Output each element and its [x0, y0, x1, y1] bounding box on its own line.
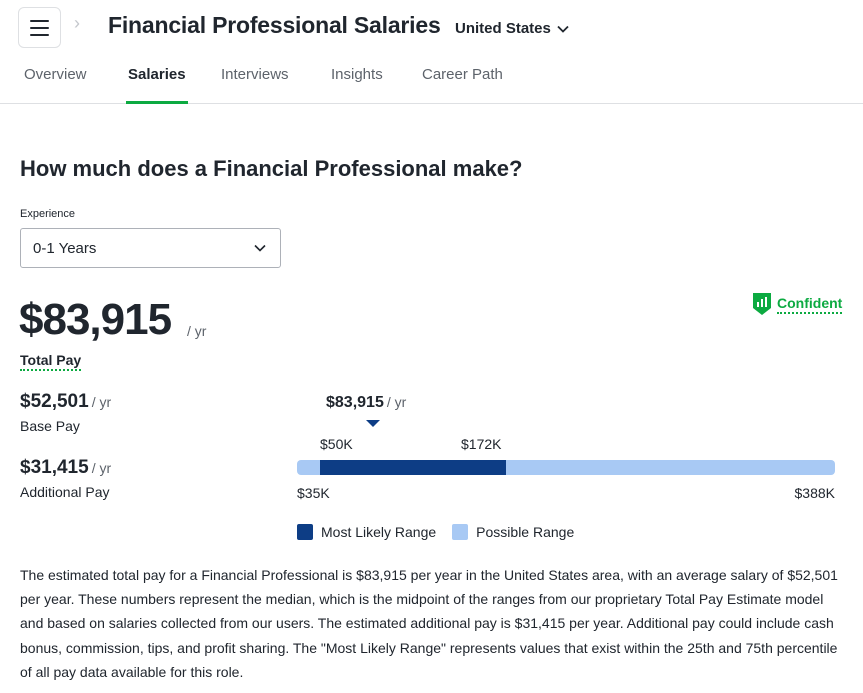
tab-salaries[interactable]: Salaries	[126, 66, 188, 104]
hamburger-icon-line	[30, 19, 49, 22]
total-pay-label[interactable]: Total Pay	[20, 352, 82, 371]
median-value: $83,915	[326, 394, 384, 411]
tab-overview[interactable]: Overview	[24, 66, 87, 104]
chevron-down-icon	[254, 244, 266, 252]
median-label: $83,915/ yr	[326, 394, 406, 412]
chart-legend: Most Likely Range Possible Range	[297, 524, 590, 540]
experience-label: Experience	[20, 208, 76, 220]
menu-button[interactable]	[18, 7, 61, 48]
median-marker	[366, 420, 380, 427]
experience-value: 0-1 Years	[33, 239, 97, 257]
chevron-right-icon: ›	[74, 13, 80, 33]
total-pay-unit: / yr	[187, 323, 207, 339]
median-unit: / yr	[386, 394, 407, 410]
page-header: › Financial Professional Salaries United…	[0, 0, 863, 104]
hamburger-icon-line	[30, 26, 49, 29]
base-pay-unit: / yr	[91, 394, 112, 410]
base-pay-label: Base Pay	[20, 418, 80, 434]
legend-label-likely: Most Likely Range	[321, 524, 437, 540]
confidence-label: Confident	[777, 295, 843, 314]
total-pay-value: $83,915	[19, 295, 172, 344]
confidence-badge[interactable]: Confident	[752, 292, 843, 316]
location-dropdown[interactable]: United States	[455, 20, 569, 37]
confidence-shield-icon	[753, 293, 771, 315]
additional-pay-label: Additional Pay	[20, 484, 110, 500]
legend-swatch-likely	[297, 524, 313, 540]
base-pay-amount: $52,501	[20, 391, 89, 412]
salary-range-chart: $50K $172K $35K $388K	[297, 420, 836, 501]
legend-item-likely: Most Likely Range	[297, 524, 436, 540]
possible-min-label: $35K	[297, 485, 330, 501]
section-heading: How much does a Financial Professional m…	[20, 156, 523, 181]
likely-min-label: $50K	[320, 436, 353, 452]
legend-swatch-possible	[452, 524, 469, 540]
additional-pay-unit: / yr	[91, 460, 112, 476]
page-title: Financial Professional Salaries	[108, 12, 441, 38]
legend-item-possible: Possible Range	[452, 524, 574, 540]
tab-insights[interactable]: Insights	[331, 66, 383, 104]
additional-pay-amount: $31,415	[20, 457, 89, 478]
hamburger-icon-line	[30, 33, 49, 36]
tab-interviews[interactable]: Interviews	[221, 66, 289, 104]
tab-career-path[interactable]: Career Path	[422, 66, 503, 104]
additional-pay-value: $31,415/ yr	[20, 457, 111, 479]
possible-max-label: $388K	[795, 485, 836, 501]
experience-select[interactable]: 0-1 Years	[20, 228, 281, 268]
chevron-down-icon	[557, 25, 569, 33]
likely-max-label: $172K	[461, 436, 502, 452]
salary-description: The estimated total pay for a Financial …	[20, 567, 838, 680]
base-pay-value: $52,501/ yr	[20, 391, 111, 413]
legend-label-possible: Possible Range	[476, 524, 575, 540]
likely-range-bar	[320, 460, 506, 475]
location-label: United States	[455, 20, 551, 37]
